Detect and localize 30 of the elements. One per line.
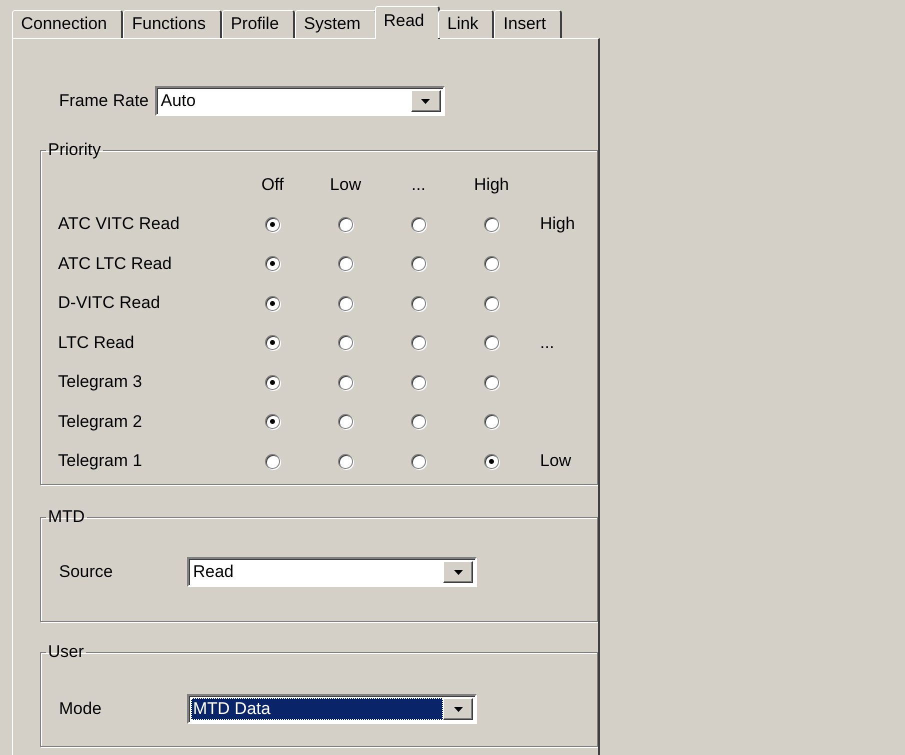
priority-level-label: High	[539, 214, 576, 234]
group-title: Priority	[47, 140, 102, 160]
row-label: Telegram 3	[58, 372, 144, 392]
row-label: ATC LTC Read	[58, 254, 173, 274]
row-label: ATC VITC Read	[58, 214, 181, 234]
row-label: Telegram 2	[58, 412, 144, 432]
tab[interactable]: Read	[374, 6, 440, 39]
column-header: Off	[261, 174, 284, 195]
priority-level-label: ...	[539, 332, 556, 353]
column-header: High	[474, 174, 509, 195]
column-header: Low	[330, 174, 362, 195]
tab[interactable]: Link	[438, 10, 494, 38]
field-label: Source	[59, 562, 114, 582]
field-label: Mode	[59, 699, 103, 719]
row-label: LTC Read	[58, 332, 136, 353]
tab[interactable]: System	[294, 10, 377, 38]
dropdown-field[interactable]: Auto	[154, 86, 445, 116]
tab[interactable]: Connection	[12, 10, 124, 38]
group-title: User	[47, 642, 85, 662]
tab[interactable]: Profile	[222, 10, 295, 38]
priority-level-label: Low	[539, 451, 572, 472]
field-label: Frame Rate	[59, 91, 149, 111]
dropdown-field[interactable]: MTD Data	[187, 694, 477, 724]
tab[interactable]: Functions	[123, 10, 222, 38]
dropdown-field[interactable]: Read	[187, 557, 477, 587]
tab[interactable]: Insert	[494, 10, 562, 38]
column-header: ...	[411, 174, 426, 195]
row-label: Telegram 1	[58, 451, 144, 472]
group-title: MTD	[47, 507, 86, 527]
row-label: D-VITC Read	[58, 293, 162, 314]
